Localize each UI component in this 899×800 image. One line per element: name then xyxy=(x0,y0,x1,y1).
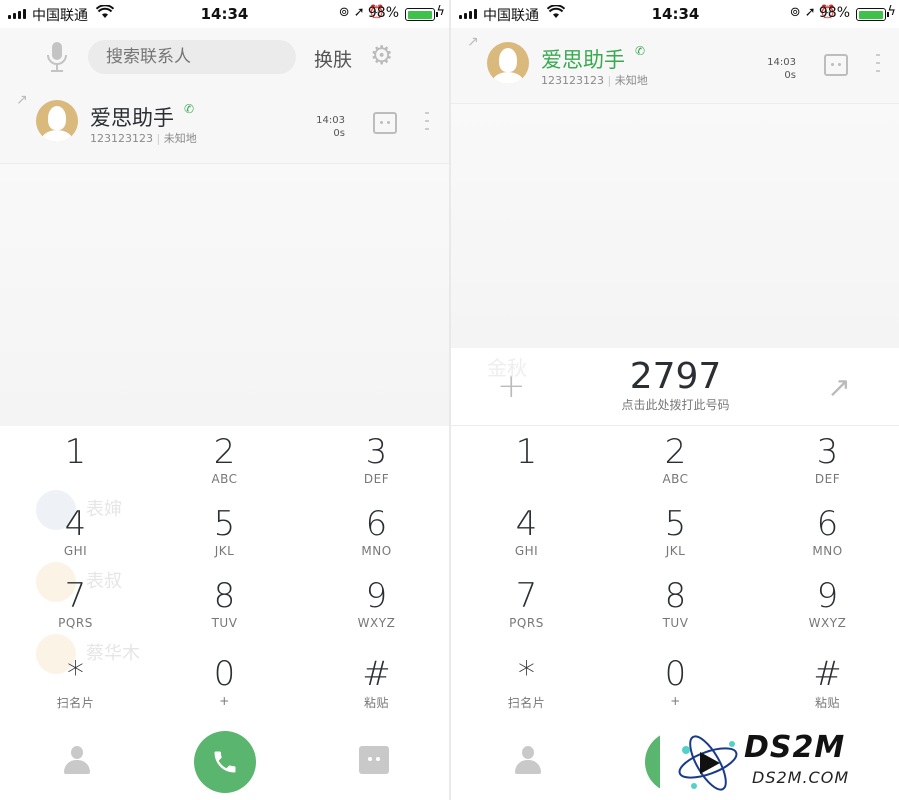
message-icon[interactable] xyxy=(373,112,397,134)
bottom-bar xyxy=(0,726,449,800)
call-duration: 0s xyxy=(784,70,796,81)
contact-number-line: 123123123 | 未知地 xyxy=(90,130,197,146)
key-hash[interactable]: # 粘贴 xyxy=(753,648,899,720)
orientation-lock-icon: ⊚ xyxy=(789,5,801,20)
key-1[interactable]: 1 xyxy=(452,426,601,498)
ghost-contact: 金秋 xyxy=(487,356,527,380)
phone-icon xyxy=(214,751,236,773)
outgoing-arrow-icon: ↗ xyxy=(16,92,28,108)
contacts-icon[interactable] xyxy=(515,746,541,774)
skin-button[interactable]: 换肤 xyxy=(314,45,352,72)
battery-fill xyxy=(858,10,883,19)
key-6[interactable]: 6 MNO xyxy=(302,498,449,570)
phone-small-icon: ✆ xyxy=(635,44,646,58)
charging-icon: ϟ xyxy=(436,4,445,19)
key-8[interactable]: 8 TUV xyxy=(601,570,750,642)
battery-percent: 98% xyxy=(818,5,850,21)
key-4[interactable]: 4 GHI xyxy=(1,498,150,570)
key-6[interactable]: 6 MNO xyxy=(753,498,899,570)
key-star[interactable]: * 扫名片 xyxy=(452,648,601,720)
key-4[interactable]: 4 GHI xyxy=(452,498,601,570)
key-star[interactable]: * 扫名片 xyxy=(1,648,150,720)
key-0[interactable]: 0 + xyxy=(150,648,299,720)
status-bar: 中国联通 14:34 ⊚ ➚ ⏰ 98% ϟ xyxy=(0,0,449,28)
orientation-lock-icon: ⊚ xyxy=(338,5,350,20)
more-icon[interactable] xyxy=(876,54,880,76)
dial-keypad: 1 2 ABC 3 DEF 4 GHI 5 JKL 6 MNO 7 PQRS 8 TUV 9W… xyxy=(451,426,899,726)
call-time-block: 14:03 0s xyxy=(316,114,345,140)
key-7[interactable]: 7 PQRS xyxy=(1,570,150,642)
key-3[interactable]: 3 DEF xyxy=(753,426,899,498)
battery-percent: 98% xyxy=(367,5,399,21)
key-5[interactable]: 5 JKL xyxy=(601,498,750,570)
dial-keypad: 表婶 表叔 蔡华木 1 2 ABC 3 DEF 4 GHI 5 JKL 6 MNO 7 PQ… xyxy=(0,426,449,726)
battery-icon xyxy=(856,8,889,21)
watermark-logo-icon xyxy=(678,735,738,791)
call-time: 14:03 xyxy=(767,57,796,68)
call-duration: 0s xyxy=(333,128,345,139)
more-icon[interactable] xyxy=(425,112,429,134)
key-7[interactable]: 7 PQRS xyxy=(452,570,601,642)
status-bar: 中国联通 14:34 ⊚ ➚ ⏰ 98% ϟ xyxy=(451,0,899,28)
watermark: DS2M DS2M.COM xyxy=(660,726,899,800)
call-list-area xyxy=(451,104,899,348)
contact-number-line: 123123123 | 未知地 xyxy=(541,72,648,88)
contact-number: 123123123 xyxy=(90,132,153,145)
call-time: 14:03 xyxy=(316,115,345,126)
recent-call-row[interactable]: ↗ 爱思助手 ✆ 123123123 | 未知地 14:03 0s xyxy=(0,86,449,164)
key-2[interactable]: 2 ABC xyxy=(150,426,299,498)
watermark-subtitle: DS2M.COM xyxy=(752,768,850,787)
watermark-title: DS2M xyxy=(744,730,846,765)
contact-location: 未知地 xyxy=(163,132,197,145)
screenshot-root: 中国联通 14:34 ⊚ ➚ ⏰ 98% ϟ 换肤 ⚙ ↗ xyxy=(0,0,899,800)
key-9[interactable]: 9 WXYZ xyxy=(302,570,449,642)
contacts-icon[interactable] xyxy=(64,746,90,774)
phone-small-icon: ✆ xyxy=(184,102,195,116)
key-2[interactable]: 2 ABC xyxy=(601,426,750,498)
messages-icon[interactable] xyxy=(359,746,389,774)
contact-number: 123123123 xyxy=(541,74,604,87)
microphone-icon[interactable] xyxy=(44,41,70,73)
charging-icon: ϟ xyxy=(887,4,896,19)
separator: | xyxy=(156,132,161,145)
key-0[interactable]: 0 + xyxy=(601,648,750,720)
contact-name: 爱思助手 xyxy=(90,106,174,130)
call-list-area xyxy=(0,164,449,426)
call-time-block: 14:03 0s xyxy=(767,56,796,82)
avatar xyxy=(487,42,529,84)
recent-call-row[interactable]: ↗ 爱思助手 ✆ 123123123 | 未知地 14:03 0s xyxy=(451,28,899,104)
outgoing-arrow-icon: ↗ xyxy=(467,34,479,50)
search-input[interactable] xyxy=(88,40,296,74)
message-icon[interactable] xyxy=(824,54,848,76)
right-screen: 中国联通 14:34 ⊚ ➚ ⏰ 98% ϟ ↗ 爱思助手 ✆ 12312312… xyxy=(451,0,899,800)
location-icon: ➚ xyxy=(353,5,365,20)
key-3[interactable]: 3 DEF xyxy=(302,426,449,498)
key-9[interactable]: 9 WXYZ xyxy=(753,570,899,642)
left-screen: 中国联通 14:34 ⊚ ➚ ⏰ 98% ϟ 换肤 ⚙ ↗ xyxy=(0,0,449,800)
search-bar: 换肤 ⚙ xyxy=(0,28,449,86)
key-hash[interactable]: # 粘贴 xyxy=(302,648,449,720)
avatar xyxy=(36,100,78,142)
gear-icon[interactable]: ⚙ xyxy=(370,43,393,69)
key-5[interactable]: 5 JKL xyxy=(150,498,299,570)
call-button[interactable] xyxy=(194,731,256,793)
contact-name-matched: 爱思助手 xyxy=(541,48,625,72)
battery-icon xyxy=(405,8,438,21)
location-icon: ➚ xyxy=(804,5,816,20)
separator: | xyxy=(607,74,612,87)
key-1[interactable]: 1 xyxy=(1,426,150,498)
contact-location: 未知地 xyxy=(614,74,648,87)
battery-fill xyxy=(407,10,432,19)
key-8[interactable]: 8 TUV xyxy=(150,570,299,642)
